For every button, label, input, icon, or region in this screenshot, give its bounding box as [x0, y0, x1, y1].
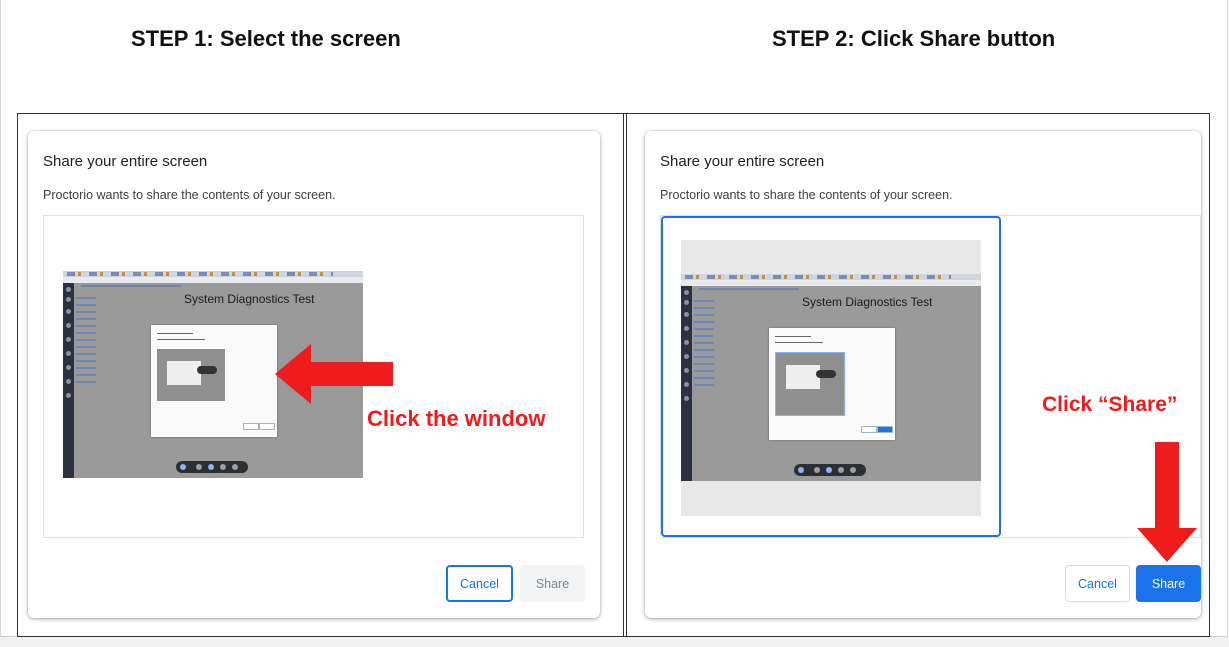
browser-url-bar [63, 277, 363, 283]
left-arrow-icon [275, 344, 393, 404]
selected-screen-tile[interactable]: System Diagnostics Test [661, 216, 1001, 537]
lms-sidebar [63, 283, 74, 478]
bottom-strip [0, 637, 1229, 647]
column-divider [623, 114, 627, 636]
dialog-title: Share your entire screen [43, 153, 208, 170]
step-1-title: STEP 1: Select the screen [131, 26, 401, 51]
browser-tabs [67, 272, 333, 276]
dialog-description: Proctorio wants to share the contents of… [660, 188, 953, 202]
browser-tabs [685, 275, 951, 279]
course-nav [76, 297, 104, 388]
step-2-title: STEP 2: Click Share button [772, 26, 1056, 51]
thumbnail-page-title: System Diagnostics Test [184, 292, 315, 306]
thumbnail-dock [794, 464, 866, 476]
share-button[interactable]: Share [1136, 565, 1201, 602]
course-nav [694, 300, 722, 391]
lms-sidebar [681, 286, 692, 481]
thumbnail-dock [176, 461, 248, 473]
thumbnail-modal [769, 328, 895, 440]
breadcrumb-line [81, 285, 181, 287]
steps-table: Share your entire screen Proctorio wants… [17, 113, 1210, 637]
share-button-disabled[interactable]: Share [520, 565, 585, 602]
screen-thumbnail: System Diagnostics Test [681, 274, 981, 481]
browser-url-bar [681, 280, 981, 286]
cancel-button[interactable]: Cancel [446, 565, 513, 602]
annotation-click-share: Click “Share” [1042, 393, 1178, 416]
thumbnail-page-title: System Diagnostics Test [802, 295, 933, 309]
breadcrumb-line [699, 288, 799, 290]
screen-preview-area: System Diagnostics Test [660, 215, 1201, 538]
share-dialog-step2: Share your entire screen Proctorio wants… [645, 131, 1201, 618]
annotation-click-window: Click the window [367, 406, 546, 431]
thumbnail-modal [151, 325, 277, 437]
down-arrow-icon [1137, 442, 1197, 562]
dialog-description: Proctorio wants to share the contents of… [43, 188, 336, 202]
dialog-title: Share your entire screen [660, 153, 825, 170]
cancel-button[interactable]: Cancel [1065, 565, 1130, 602]
